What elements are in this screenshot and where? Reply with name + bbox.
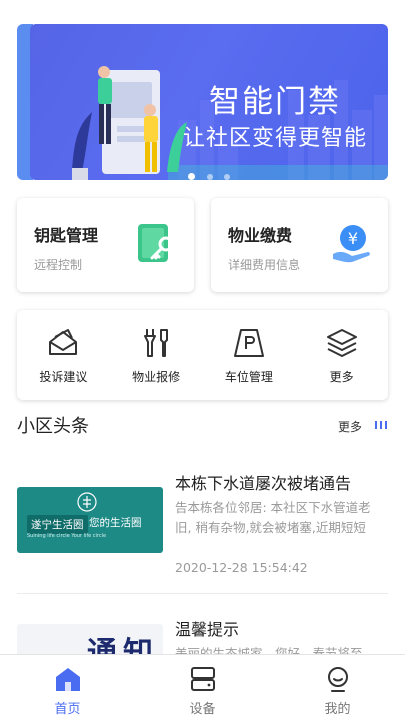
carousel-dot[interactable] [223,174,230,180]
brand-logo-icon [77,492,97,512]
key-management-card[interactable]: 钥匙管理 远程控制 [17,198,194,292]
key-icon [138,224,174,262]
news-thumbnail: 通知 [17,624,163,656]
bottom-tab-bar: 首页 设备 我的 [0,654,405,720]
menu-item-more[interactable]: 更多 [295,310,388,400]
news-headline: 温馨提示 [175,620,240,639]
menu-item-parking[interactable]: 车位管理 [203,310,296,400]
news-more-link[interactable]: 更多 [338,418,362,435]
news-thumbnail: 遂宁生活圈 您的生活圈 Suining life circle Your lif… [17,487,163,553]
banner-slide[interactable]: 智能门禁 让社区变得更智能 [30,24,388,180]
thumbnail-english-text: Suining life circle Your life circle [27,533,107,539]
menu-label: 车位管理 [224,370,273,384]
more-bars-icon[interactable] [374,420,388,430]
parking-icon [233,329,264,357]
thumbnail-text: 通知 [87,636,159,656]
tab-home[interactable]: 首页 [0,655,135,720]
tab-label: 我的 [324,702,351,717]
news-timestamp: 2020-12-28 15:54:42 [175,560,308,575]
quick-menu: 投诉建议 物业报修 车位管理 更多 [17,310,388,400]
tab-device[interactable]: 设备 [135,655,270,720]
profile-icon [327,667,348,692]
carousel-dot[interactable] [206,174,213,180]
carousel-dot[interactable] [188,173,196,180]
menu-label: 更多 [329,370,354,384]
menu-item-complaint[interactable]: 投诉建议 [17,310,110,400]
thumbnail-brand-text: 遂宁生活圈 [27,515,88,534]
property-fee-card[interactable]: 物业缴费 详细费用信息 ¥ [211,198,388,292]
device-icon [190,667,215,691]
news-headline: 本栋下水道屡次被堵通告 [175,474,352,493]
tab-label: 设备 [189,702,216,717]
news-summary: 告本栋各位邻居: 本社区下水管道老旧, 稍有杂物,就会被堵塞,近期短短 [175,500,371,535]
carousel-indicator [30,165,388,180]
banner-title: 智能门禁 [209,84,341,120]
svg-text:¥: ¥ [348,229,358,248]
home-icon [55,668,80,691]
menu-label: 投诉建议 [39,370,88,384]
news-list-item[interactable]: 通知 温馨提示 美丽的生态城家，您好。春节将至 [17,596,388,656]
card-subtitle: 远程控制 [34,258,83,272]
layers-icon [326,329,357,357]
menu-item-repair[interactable]: 物业报修 [110,310,203,400]
news-section-title: 小区头条 [17,416,89,437]
banner-carousel[interactable]: 智能门禁 让社区变得更智能 [0,0,405,190]
complaint-envelope-icon [49,329,78,355]
thumbnail-slogan: 您的生活圈 [89,517,142,529]
card-title: 物业缴费 [228,226,293,245]
card-subtitle: 详细费用信息 [228,258,301,272]
tab-label: 首页 [54,702,81,717]
menu-label: 物业报修 [132,370,181,384]
banner-subtitle: 让社区变得更智能 [182,126,367,151]
tab-profile[interactable]: 我的 [270,655,405,720]
card-title: 钥匙管理 [34,226,99,245]
repair-tools-icon [144,329,169,357]
news-list-item[interactable]: 遂宁生活圈 您的生活圈 Suining life circle Your lif… [17,446,388,594]
yen-hand-icon: ¥ [333,225,370,263]
